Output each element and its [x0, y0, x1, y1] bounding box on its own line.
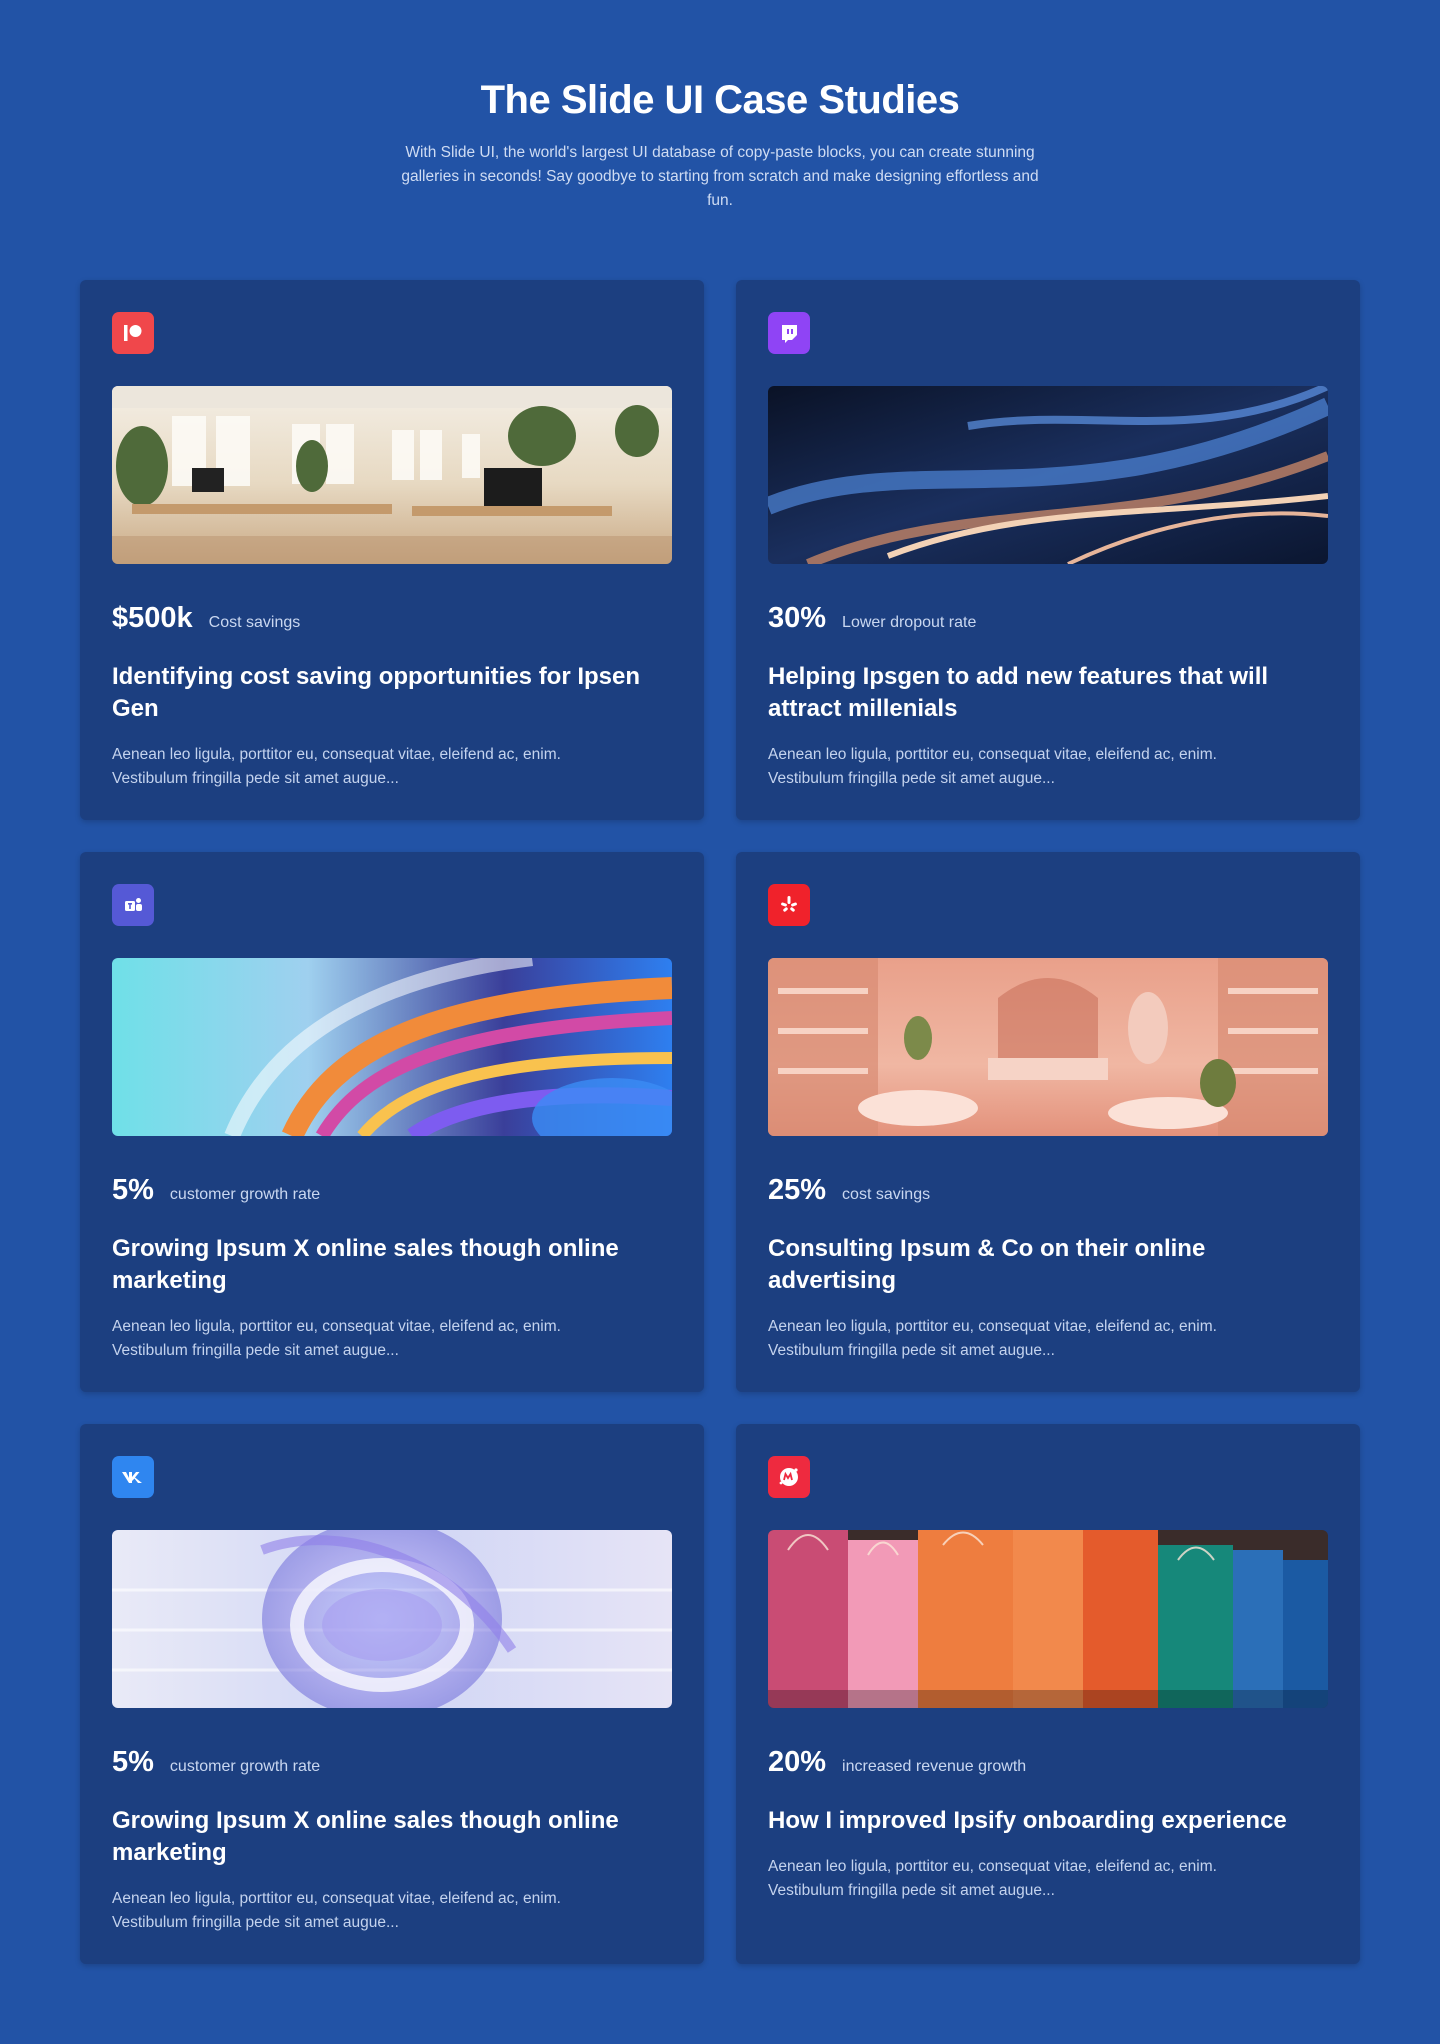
patreon-icon	[112, 312, 154, 354]
stat-value: 5%	[112, 1746, 154, 1778]
card-description: Aenean leo ligula, porttitor eu, consequ…	[768, 746, 1217, 787]
card-title[interactable]: Growing Ipsum X online sales though onli…	[112, 1805, 652, 1869]
stat-row: 5% customer growth rate	[112, 1746, 672, 1779]
case-study-card[interactable]: 20% increased revenue growth How I impro…	[736, 1424, 1360, 1964]
card-title[interactable]: Helping Ipsgen to add new features that …	[768, 661, 1308, 725]
case-study-card[interactable]: 5% customer growth rate Growing Ipsum X …	[80, 852, 704, 1392]
meetup-icon	[768, 1456, 810, 1498]
abstract-light-streaks-image	[768, 386, 1328, 564]
case-studies-page: The Slide UI Case Studies With Slide UI,…	[0, 0, 1440, 2044]
stat-row: 30% Lower dropout rate	[768, 602, 1328, 635]
stat-label: customer growth rate	[169, 1758, 321, 1775]
section-header: The Slide UI Case Studies With Slide UI,…	[0, 0, 1440, 213]
stat-value: 30%	[768, 602, 827, 634]
stat-row: $500k Cost savings	[112, 602, 672, 635]
vk-icon	[112, 1456, 154, 1498]
section-subtitle: With Slide UI, the world's largest UI da…	[401, 144, 1039, 209]
card-description: Aenean leo ligula, porttitor eu, consequ…	[112, 1318, 561, 1359]
card-description: Aenean leo ligula, porttitor eu, consequ…	[768, 1318, 1217, 1359]
stat-row: 5% customer growth rate	[112, 1174, 672, 1207]
stat-value: 5%	[112, 1174, 154, 1206]
case-study-grid: $500k Cost savings Identifying cost savi…	[80, 280, 1360, 1964]
stat-label: Lower dropout rate	[842, 614, 977, 631]
stat-value: $500k	[112, 602, 193, 634]
glass-swirl-image	[112, 1530, 672, 1708]
stat-row: 20% increased revenue growth	[768, 1746, 1328, 1779]
teams-icon	[112, 884, 154, 926]
office-interior-image	[112, 386, 672, 564]
section-title: The Slide UI Case Studies	[480, 78, 960, 122]
card-title[interactable]: Identifying cost saving opportunities fo…	[112, 661, 652, 725]
stat-label: increased revenue growth	[842, 1758, 1027, 1775]
pink-store-interior-image	[768, 958, 1328, 1136]
card-title[interactable]: Consulting Ipsum & Co on their online ad…	[768, 1233, 1308, 1297]
case-study-card[interactable]: 25% cost savings Consulting Ipsum & Co o…	[736, 852, 1360, 1392]
card-description: Aenean leo ligula, porttitor eu, consequ…	[112, 746, 561, 787]
case-study-card[interactable]: $500k Cost savings Identifying cost savi…	[80, 280, 704, 820]
twitch-icon	[768, 312, 810, 354]
stat-label: cost savings	[842, 1186, 931, 1203]
stat-label: Cost savings	[208, 614, 301, 631]
shopping-bags-image	[768, 1530, 1328, 1708]
card-title[interactable]: How I improved Ipsify onboarding experie…	[768, 1805, 1308, 1837]
card-title[interactable]: Growing Ipsum X online sales though onli…	[112, 1233, 652, 1297]
stat-row: 25% cost savings	[768, 1174, 1328, 1207]
card-description: Aenean leo ligula, porttitor eu, consequ…	[112, 1890, 561, 1931]
yelp-icon	[768, 884, 810, 926]
stat-label: customer growth rate	[169, 1186, 321, 1203]
abstract-rainbow-swirl-image	[112, 958, 672, 1136]
stat-value: 20%	[768, 1746, 827, 1778]
case-study-card[interactable]: 30% Lower dropout rate Helping Ipsgen to…	[736, 280, 1360, 820]
stat-value: 25%	[768, 1174, 827, 1206]
card-description: Aenean leo ligula, porttitor eu, consequ…	[768, 1858, 1217, 1899]
case-study-card[interactable]: 5% customer growth rate Growing Ipsum X …	[80, 1424, 704, 1964]
